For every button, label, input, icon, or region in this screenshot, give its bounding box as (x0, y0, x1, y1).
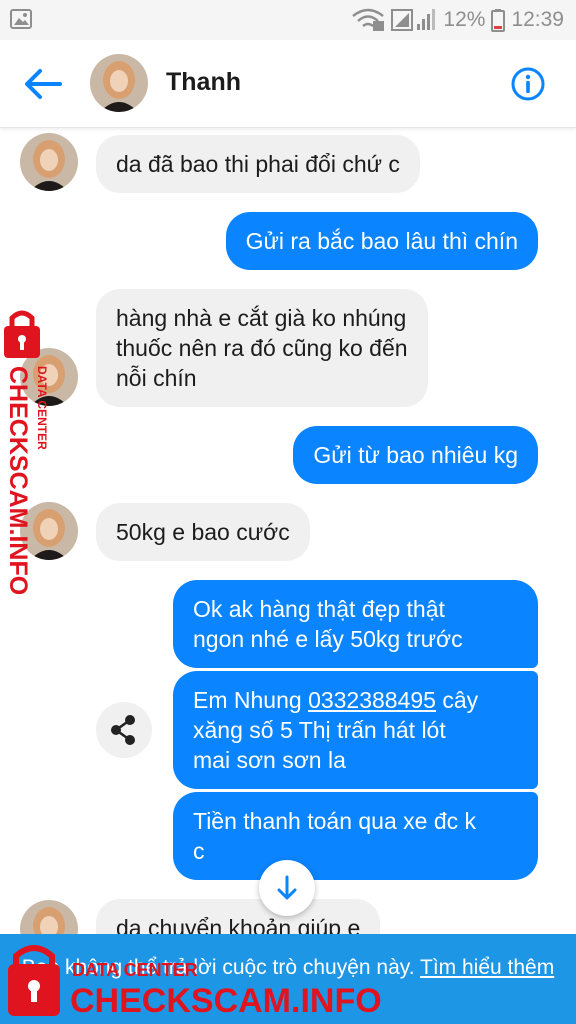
message-line: xăng số 5 Thị trấn hát lót (193, 717, 446, 743)
outgoing-message[interactable]: Gửi từ bao nhiêu kg (293, 426, 538, 484)
contact-name[interactable]: Thanh (166, 68, 241, 97)
outgoing-message[interactable]: Tiền thanh toán qua xe đc k c (173, 792, 538, 880)
battery-percent: 12% (443, 8, 486, 31)
avatar[interactable] (20, 900, 78, 934)
share-button[interactable] (96, 702, 152, 758)
message-line: hàng nhà e cắt già ko nhúng (116, 305, 407, 331)
incoming-message[interactable]: hàng nhà e cắt già ko nhúng thuốc nên ra… (96, 289, 428, 407)
conversation-header: Thanh (0, 40, 576, 128)
message-line: thuốc nên ra đó cũng ko đến (116, 335, 408, 361)
wifi-icon (352, 8, 385, 31)
incoming-message[interactable]: da đã bao thi phai đổi chứ c (96, 135, 420, 193)
watermark-logo: DATA CENTER CHECKSCAM.INFO (8, 945, 382, 1020)
battery-icon (491, 9, 506, 32)
incoming-message[interactable]: 50kg e bao cước (96, 503, 310, 561)
message-line: mai sơn sơn la (193, 747, 346, 773)
outgoing-message[interactable]: Ok ak hàng thật đẹp thật ngon nhé e lấy … (173, 580, 538, 668)
message-line: Em Nhung 0332388495 cây (193, 687, 479, 713)
message-line: c (193, 838, 205, 864)
info-icon[interactable] (510, 66, 546, 102)
message-line: Ok ak hàng thật đẹp thật (193, 596, 445, 622)
watermark-subtitle: DATA CENTER (72, 960, 198, 980)
avatar[interactable] (90, 54, 148, 112)
incoming-message[interactable]: da chuyển khoản giúp e (96, 899, 381, 934)
watermark-site: CHECKSCAM.INFO (4, 366, 32, 595)
message-list[interactable]: da đã bao thi phai đổi chứ c Gửi ra bắc … (0, 128, 576, 934)
arrow-down-icon (277, 875, 297, 900)
phone-number-link[interactable]: 0332388495 (308, 687, 436, 713)
clock: 12:39 (511, 8, 564, 31)
outgoing-message[interactable]: Em Nhung 0332388495 cây xăng số 5 Thị tr… (173, 671, 538, 789)
watermark-logo: CHECKSCAM.INFO DATA CENTER (4, 310, 49, 595)
cell-signal-icon (391, 9, 436, 31)
watermark-site: CHECKSCAM.INFO (70, 982, 382, 1020)
status-bar: 12% 12:39 (0, 0, 576, 40)
message-line: Tiền thanh toán qua xe đc k (193, 808, 477, 834)
back-arrow-icon[interactable] (20, 62, 66, 106)
scroll-to-bottom-button[interactable] (259, 860, 315, 916)
watermark-subtitle: DATA CENTER (35, 366, 49, 450)
share-icon (111, 715, 135, 745)
message-line: nỗi chín (116, 365, 197, 391)
avatar[interactable] (20, 133, 78, 191)
outgoing-message[interactable]: Gửi ra bắc bao lâu thì chín (225, 212, 538, 270)
gallery-icon (10, 9, 32, 29)
message-line: ngon nhé e lấy 50kg trước (193, 626, 463, 652)
